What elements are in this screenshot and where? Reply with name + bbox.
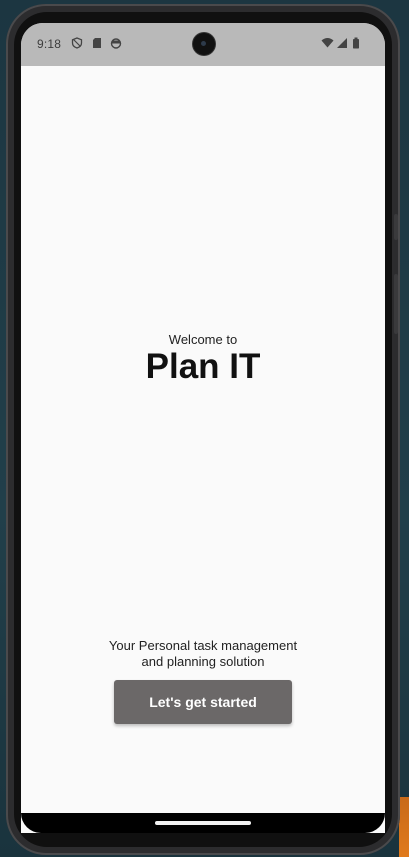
- battery-icon: [353, 37, 359, 49]
- get-started-button[interactable]: Let's get started: [114, 680, 292, 724]
- home-gesture-handle[interactable]: [155, 821, 251, 825]
- tagline-line-1: Your Personal task management: [108, 638, 298, 653]
- wifi-icon: [321, 38, 334, 48]
- status-bar: 9:18: [21, 23, 385, 66]
- android-icon: [110, 38, 122, 49]
- shield-icon: [71, 37, 83, 49]
- cellular-signal-icon: [337, 38, 347, 48]
- navigation-bar: [21, 813, 385, 833]
- front-camera: [193, 33, 215, 55]
- status-time: 9:18: [37, 37, 62, 51]
- power-button: [394, 274, 398, 334]
- app-title: Plan IT: [145, 347, 261, 386]
- welcome-text: Welcome to: [168, 332, 238, 347]
- tagline: Your Personal task management and planni…: [81, 638, 325, 670]
- app-screen: 9:18 Welcome to Plan IT Your Personal ta…: [21, 23, 385, 833]
- volume-button: [394, 214, 398, 240]
- backdrop-accent: [399, 797, 409, 857]
- sd-card-icon: [93, 38, 101, 48]
- tagline-line-2: and planning solution: [141, 654, 265, 669]
